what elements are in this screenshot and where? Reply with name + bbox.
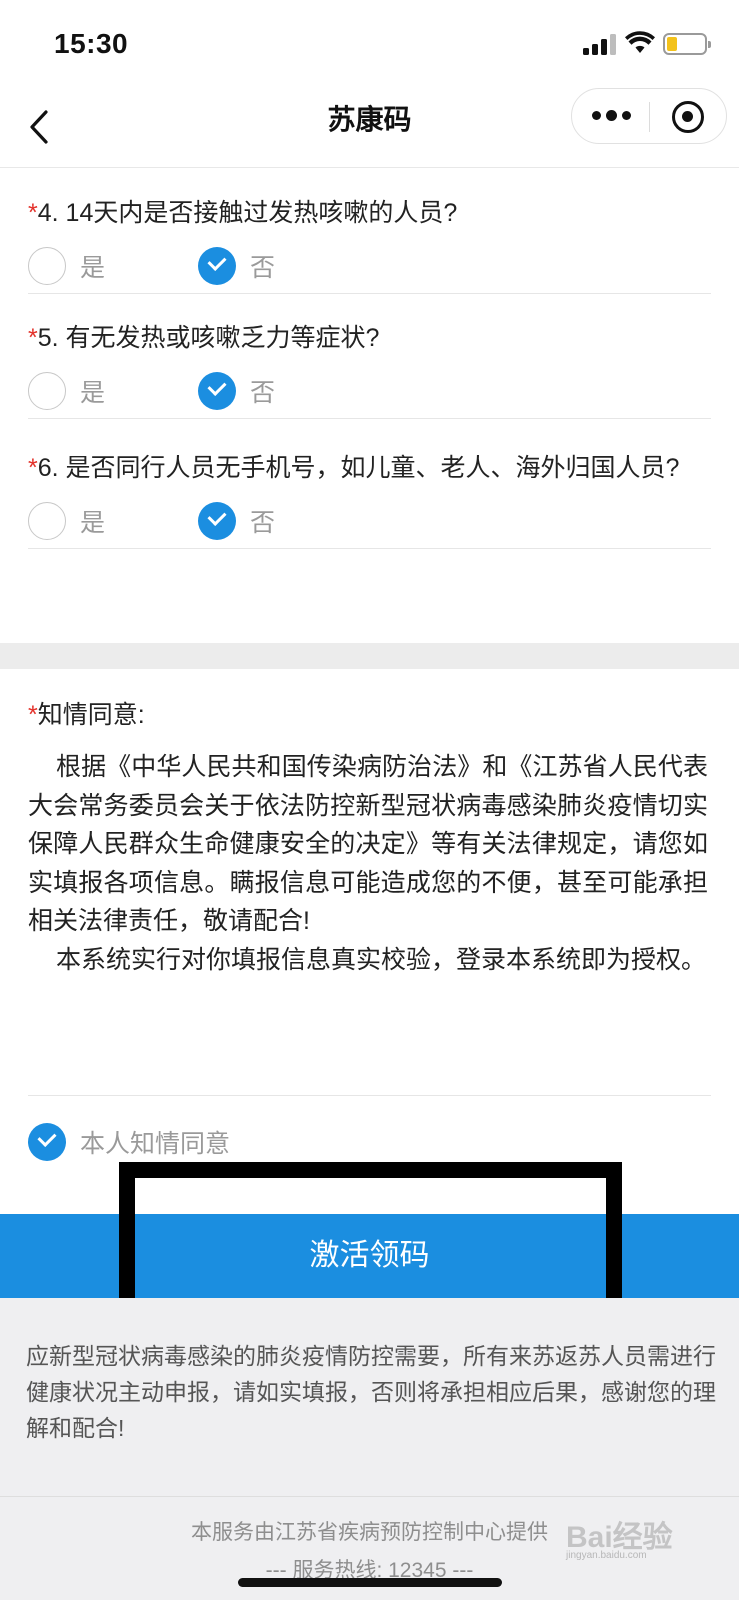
consent-title: *知情同意: xyxy=(28,695,145,731)
option-yes[interactable]: 是 xyxy=(28,371,105,411)
required-mark: * xyxy=(28,324,38,352)
activate-button[interactable]: 激活领码 xyxy=(0,1214,739,1298)
nav-bar: 苏康码 xyxy=(0,88,739,168)
question-text: *5. 有无发热或咳嗽乏力等症状? xyxy=(28,317,711,359)
question-text: *6. 是否同行人员无手机号，如儿童、老人、海外归国人员? xyxy=(28,447,711,489)
question-number: 4. xyxy=(37,199,59,227)
checkbox-checked-icon[interactable] xyxy=(28,1123,66,1161)
option-group: 是 否 xyxy=(28,489,711,549)
question-number: 6. xyxy=(37,454,59,482)
divider xyxy=(0,1496,739,1497)
option-no[interactable]: 否 xyxy=(198,501,275,541)
required-mark: * xyxy=(28,701,38,729)
wifi-icon xyxy=(625,31,655,53)
question-text: *4. 14天内是否接触过发热咳嗽的人员? xyxy=(28,192,711,234)
option-yes[interactable]: 是 xyxy=(28,246,105,286)
question-label: 有无发热或咳嗽乏力等症状? xyxy=(65,324,380,352)
battery-icon xyxy=(663,33,711,55)
option-no[interactable]: 否 xyxy=(198,246,275,286)
close-miniprogram-icon[interactable] xyxy=(672,101,704,133)
provider-text: 本服务由江苏省疾病预防控制中心提供 xyxy=(191,1521,548,1544)
option-yes[interactable]: 是 xyxy=(28,501,105,541)
radio-checked-icon[interactable] xyxy=(198,247,236,285)
question-6: *6. 是否同行人员无手机号，如儿童、老人、海外归国人员? 是 否 xyxy=(28,447,711,549)
consent-paragraph: 根据《中华人民共和国传染病防治法》和《江苏省人民代表大会常务委员会关于依法防控新… xyxy=(28,753,708,935)
option-label: 否 xyxy=(250,379,276,407)
capsule-divider xyxy=(649,102,650,132)
radio-unchecked-icon[interactable] xyxy=(28,247,66,285)
question-5: *5. 有无发热或咳嗽乏力等症状? 是 否 xyxy=(28,317,711,419)
question-label: 14天内是否接触过发热咳嗽的人员? xyxy=(65,199,458,227)
option-label: 否 xyxy=(250,254,276,282)
option-label: 是 xyxy=(80,379,106,407)
miniprogram-capsule xyxy=(571,88,727,144)
option-label: 是 xyxy=(80,254,106,282)
option-group: 是 否 xyxy=(28,234,711,294)
question-number: 5. xyxy=(37,324,59,352)
option-label: 否 xyxy=(250,509,276,537)
radio-checked-icon[interactable] xyxy=(198,372,236,410)
radio-unchecked-icon[interactable] xyxy=(28,502,66,540)
required-mark: * xyxy=(28,454,38,482)
agree-label: 本人知情同意 xyxy=(80,1130,231,1158)
cellular-signal-icon xyxy=(583,33,621,55)
question-label: 是否同行人员无手机号，如儿童、老人、海外归国人员? xyxy=(65,454,680,482)
consent-title-text: 知情同意: xyxy=(37,701,145,729)
home-indicator[interactable] xyxy=(238,1578,502,1587)
agree-checkbox[interactable]: 本人知情同意 xyxy=(28,1122,230,1162)
status-bar: 15:30 xyxy=(0,0,739,88)
option-label: 是 xyxy=(80,509,106,537)
question-4: *4. 14天内是否接触过发热咳嗽的人员? 是 否 xyxy=(28,192,711,294)
radio-checked-icon[interactable] xyxy=(198,502,236,540)
required-mark: * xyxy=(28,199,38,227)
consent-paragraph: 本系统实行对你填报信息真实校验，登录本系统即为授权。 xyxy=(56,945,707,974)
consent-text: 根据《中华人民共和国传染病防治法》和《江苏省人民代表大会常务委员会关于依法防控新… xyxy=(28,748,708,979)
radio-unchecked-icon[interactable] xyxy=(28,372,66,410)
option-group: 是 否 xyxy=(28,359,711,419)
more-icon[interactable] xyxy=(592,109,632,123)
section-divider xyxy=(0,643,739,669)
status-time: 15:30 xyxy=(54,28,129,59)
notice-text: 应新型冠状病毒感染的肺炎疫情防控需要，所有来苏返苏人员需进行健康状况主动申报，请… xyxy=(26,1343,716,1441)
divider xyxy=(28,1095,711,1096)
option-no[interactable]: 否 xyxy=(198,371,275,411)
